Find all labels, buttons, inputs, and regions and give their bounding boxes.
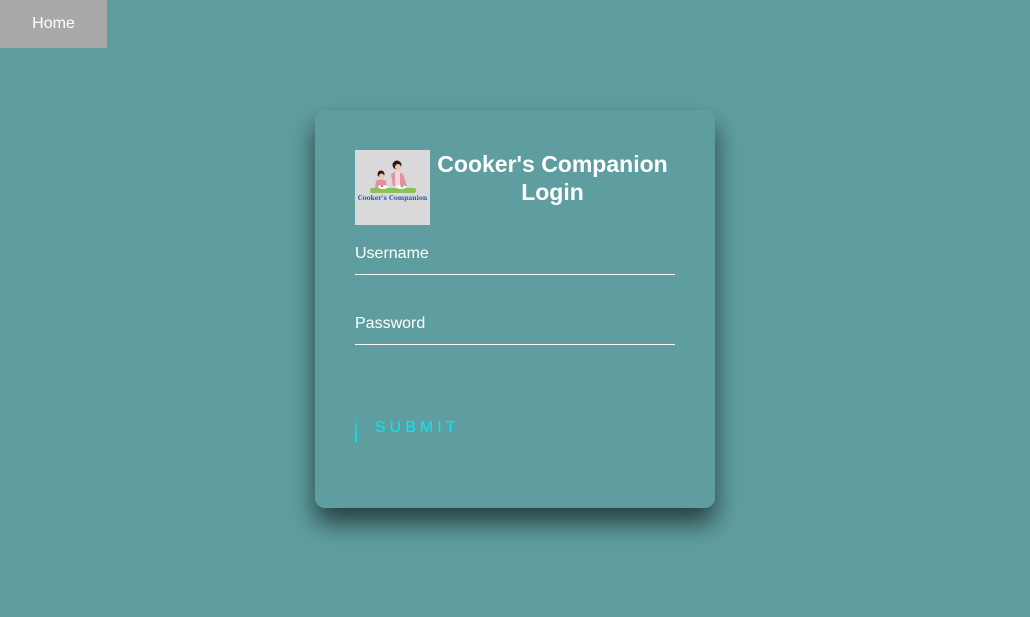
username-input[interactable] <box>355 241 675 274</box>
cooking-illustration-icon <box>355 150 430 225</box>
login-box: Cooker's Companion Cooker's Companion Lo… <box>315 110 715 508</box>
password-input[interactable] <box>355 311 675 344</box>
submit-accent-bar <box>355 414 357 442</box>
page-title: Cooker's Companion Login <box>430 150 675 206</box>
submit-label: SUBMIT <box>375 419 460 436</box>
login-header: Cooker's Companion Cooker's Companion Lo… <box>355 150 675 225</box>
logo-text: Cooker's Companion <box>357 195 428 202</box>
username-field: Username <box>355 241 675 275</box>
logo-image: Cooker's Companion <box>355 150 430 225</box>
home-button[interactable]: Home <box>0 0 107 48</box>
title-line-app-name: Cooker's Companion <box>437 151 668 177</box>
title-line-login: Login <box>521 179 584 205</box>
password-field: Password <box>355 311 675 345</box>
submit-button[interactable]: SUBMIT <box>355 414 459 442</box>
